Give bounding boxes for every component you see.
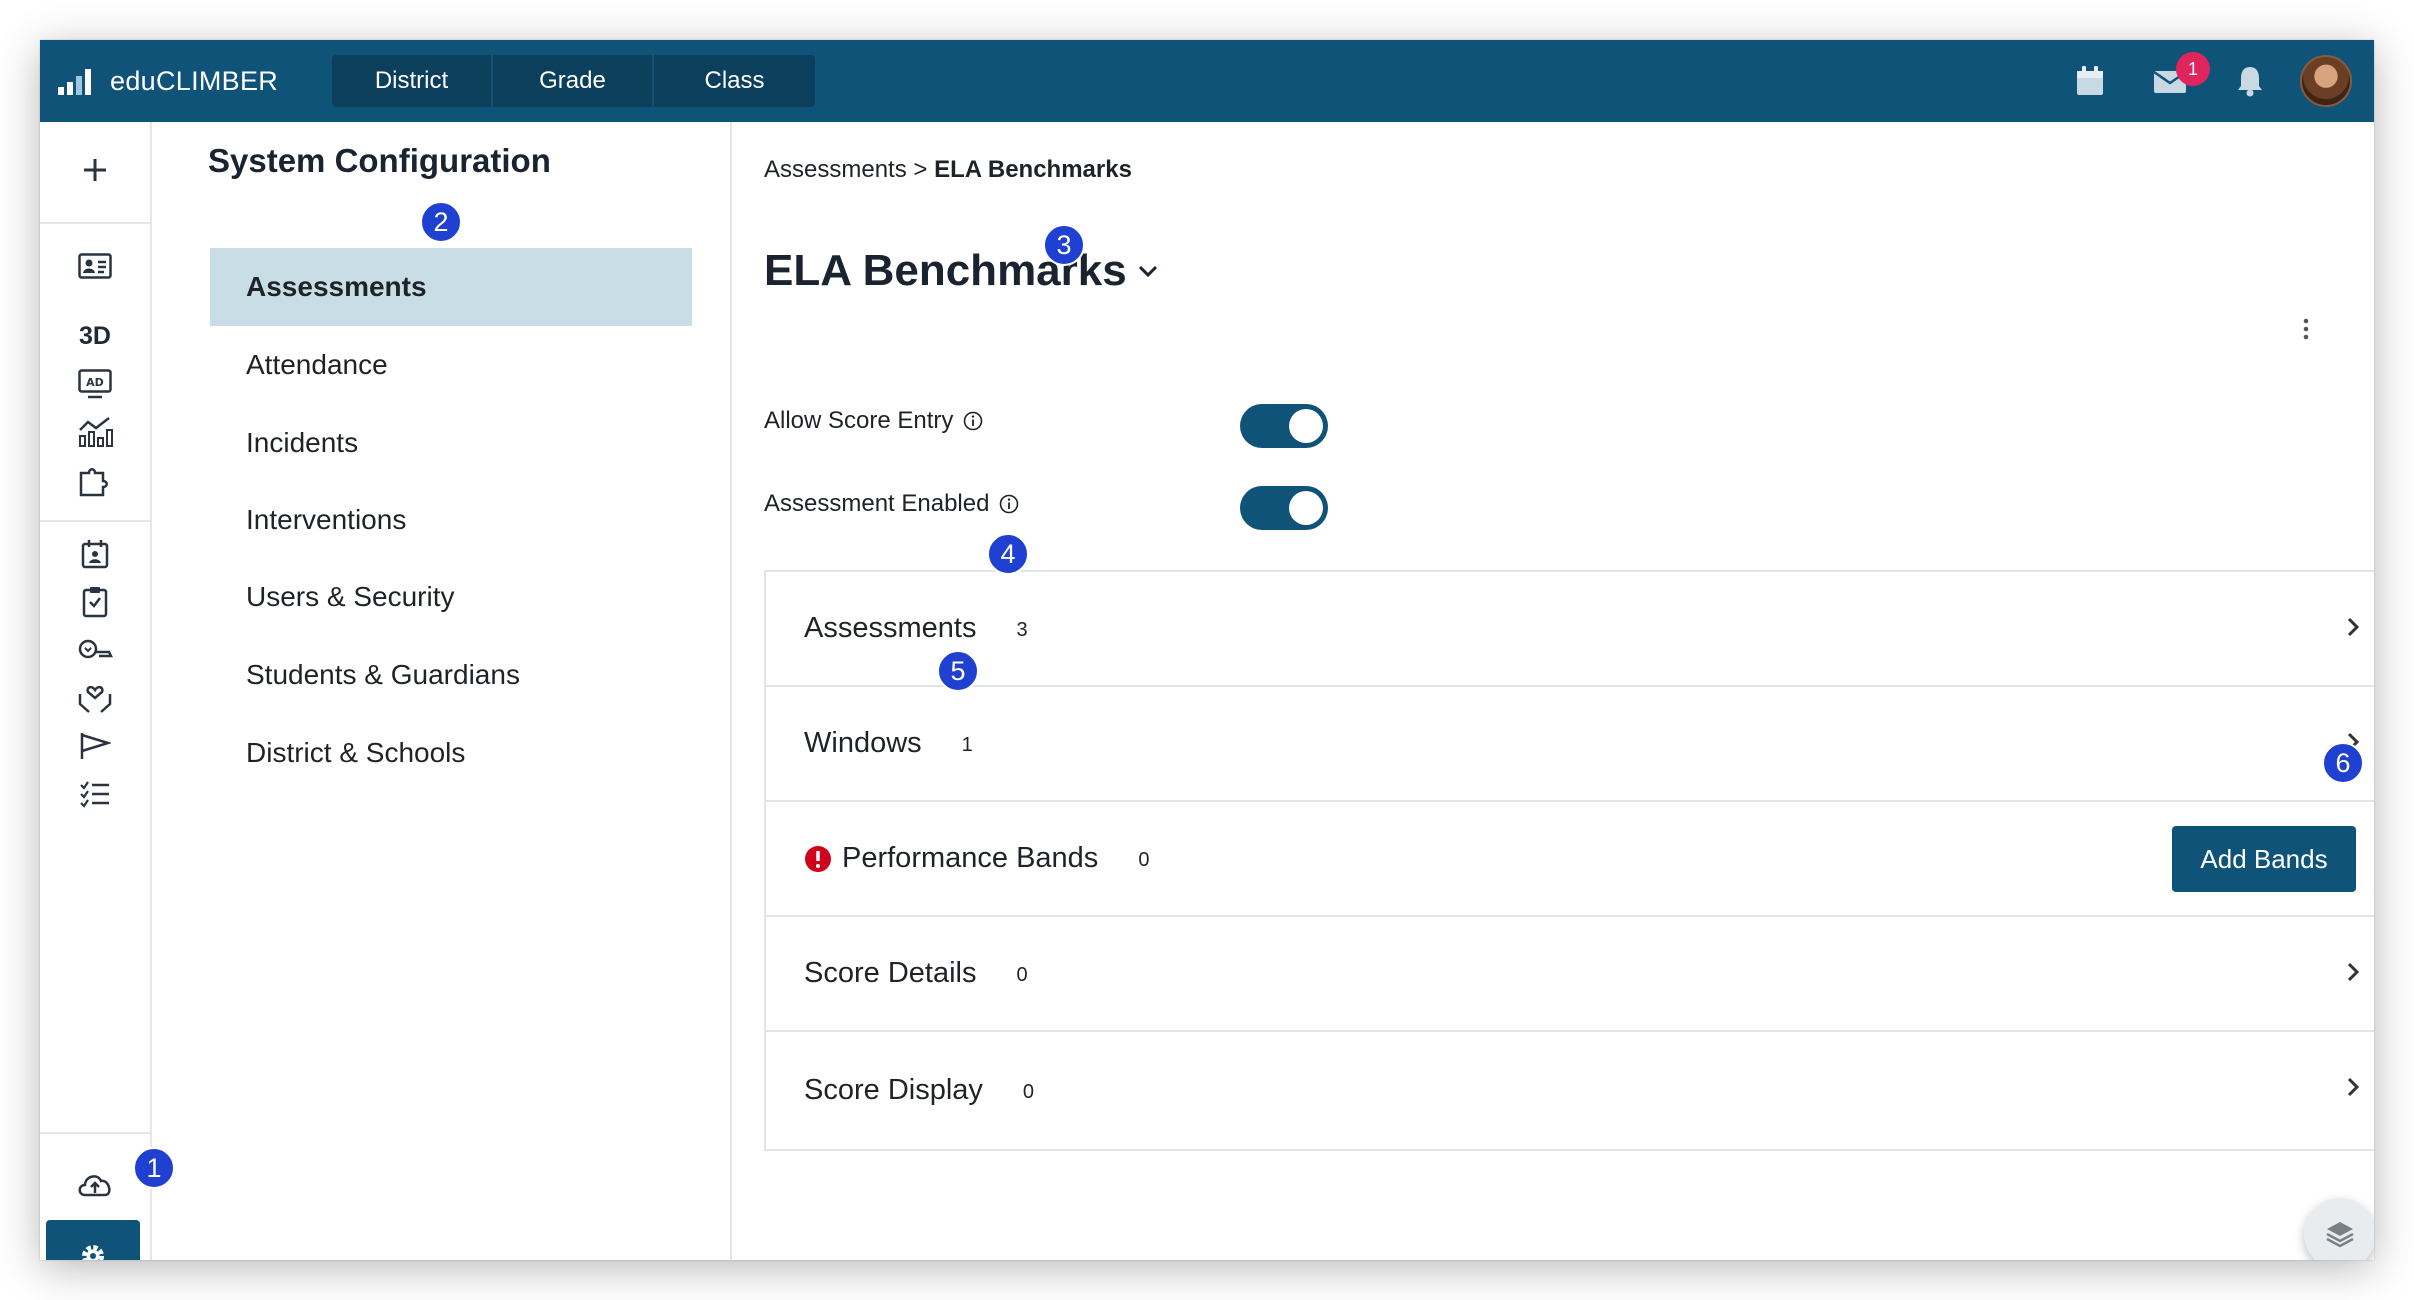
rail-divider [40,222,150,224]
allow-score-entry-toggle[interactable] [1240,404,1328,448]
settings-button[interactable] [46,1220,140,1260]
section-count: 3 [1016,619,1028,641]
section-label: Performance Bands [842,842,1099,874]
chevron-right-icon [2347,617,2360,637]
message-count-badge: 1 [2176,52,2210,86]
step-marker-6: 6 [2322,742,2364,784]
step-marker-1: 1 [133,1147,175,1189]
gear-icon [82,1245,104,1260]
info-icon[interactable] [999,494,1019,514]
main-content: Assessments > ELA Benchmarks ELA Benchma… [732,122,2374,1260]
rail-student-card[interactable] [40,238,150,294]
add-bands-button[interactable]: Add Bands [2172,826,2356,892]
notifications-button[interactable] [2210,40,2290,122]
app-logo[interactable]: eduCLIMBER [58,66,314,97]
bell-icon [2238,67,2262,97]
chevron-right-icon [2347,1077,2360,1097]
config-item-assessments[interactable]: Assessments [210,248,692,326]
allow-score-entry-row: Allow Score Entry [764,407,983,435]
section-score-details[interactable]: Score Details 0 [766,917,2374,1032]
assessment-enabled-toggle[interactable] [1240,486,1328,530]
user-avatar[interactable] [2300,55,2352,107]
app-window: eduCLIMBER District Grade Class 1 3D AD … [40,40,2374,1260]
config-item-users-security[interactable]: Users & Security [210,558,692,636]
step-marker-2: 2 [420,201,462,243]
messages-button[interactable]: 1 [2130,40,2210,122]
svg-text:AD: AD [86,376,104,389]
app-name: eduCLIMBER [110,65,279,96]
layers-fab-button[interactable] [2304,1198,2374,1260]
checklist-icon [80,781,109,808]
top-bar: eduCLIMBER District Grade Class 1 [40,40,2374,122]
breadcrumb-parent[interactable]: Assessments [764,156,907,183]
more-options-button[interactable] [2302,318,2310,345]
page-title-dropdown[interactable]: ELA Benchmarks [764,246,1159,296]
breadcrumb-separator: > [913,156,928,183]
error-icon [805,845,831,872]
tab-class[interactable]: Class [654,55,815,107]
step-marker-3: 3 [1043,224,1085,266]
step-marker-4: 4 [987,533,1029,575]
breadcrumb: Assessments > ELA Benchmarks [764,156,1132,184]
config-nav-title: System Configuration [208,142,551,179]
id-card-icon [78,253,112,279]
section-windows[interactable]: Windows 1 [766,687,2374,802]
calendar-icon [2077,66,2103,95]
toggle-knob [1289,409,1323,443]
section-count: 0 [1022,1081,1035,1103]
breadcrumb-current: ELA Benchmarks [934,156,1132,183]
rail-divider [40,1132,150,1134]
config-nav: System Configuration Assessments Attenda… [152,122,732,1260]
tab-grade[interactable]: Grade [493,55,654,107]
section-performance-bands: Performance Bands 0 Add Bands [766,802,2374,917]
flag-icon [80,733,111,759]
config-item-attendance[interactable]: Attendance [210,326,692,404]
config-item-interventions[interactable]: Interventions [210,481,692,559]
heart-hand-icon [78,639,113,659]
config-item-incidents[interactable]: Incidents [210,404,692,482]
config-sections: Assessments 3 Windows 1 Performance Band… [764,570,2374,1151]
cloud-upload-icon [78,1175,111,1197]
logo-bars-icon [58,69,91,95]
config-item-district-schools[interactable]: District & Schools [210,714,692,792]
config-item-students-guardians[interactable]: Students & Guardians [210,636,692,714]
kebab-menu-icon [2303,318,2309,340]
rail-divider [40,520,150,522]
chevron-right-icon [2347,962,2360,982]
section-count: 0 [1138,849,1150,871]
section-count: 0 [1016,964,1028,986]
layers-icon [2326,1222,2354,1248]
chart-trend-icon [79,417,113,447]
icon-rail: 3D AD [40,122,152,1260]
section-label: Assessments [804,612,977,644]
assessment-enabled-row: Assessment Enabled [764,490,1019,518]
chevron-down-icon [1138,265,1157,278]
assessment-enabled-label: Assessment Enabled [764,490,990,517]
step-marker-5: 5 [937,650,979,692]
add-button[interactable] [40,142,150,198]
plus-icon [84,159,106,181]
rail-puzzle[interactable] [40,452,150,508]
section-score-display[interactable]: Score Display 0 [766,1032,2374,1149]
3d-label-icon: 3D [79,321,111,350]
toggle-knob [1289,491,1323,525]
section-label: Score Display [804,1074,983,1106]
section-label: Score Details [804,957,977,989]
puzzle-icon [79,468,108,497]
calendar-user-icon [81,540,109,569]
header-actions: 1 [2050,40,2374,122]
allow-score-entry-label: Allow Score Entry [764,407,954,434]
info-icon[interactable] [963,411,983,431]
hands-heart-icon [78,685,112,713]
rail-checklist[interactable] [40,766,150,822]
calendar-button[interactable] [2050,40,2130,122]
clipboard-icon [82,587,108,618]
level-tabs: District Grade Class [332,55,815,107]
monitor-ad-icon: AD [78,369,112,399]
section-assessments[interactable]: Assessments 3 [766,572,2374,687]
tab-district[interactable]: District [332,55,493,107]
section-count: 1 [961,734,973,756]
section-label: Windows [804,727,922,759]
